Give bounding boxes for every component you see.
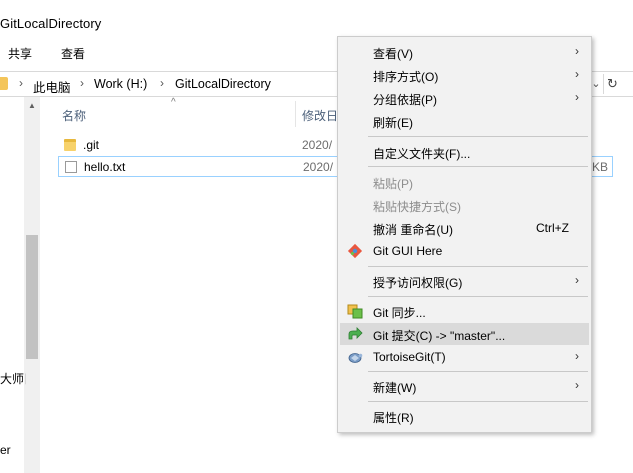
menu-item-label: 查看(V) <box>373 47 413 61</box>
text-file-icon <box>65 161 77 173</box>
menu-item-git-sync[interactable]: Git 同步... <box>340 300 589 322</box>
scroll-up-icon[interactable]: ▲ <box>27 101 37 111</box>
menu-item-label: 授予访问权限(G) <box>373 276 463 290</box>
file-date: 2020/ <box>303 160 334 174</box>
breadcrumb-current-folder[interactable]: GitLocalDirectory <box>175 77 271 91</box>
git-gui-icon <box>347 243 363 259</box>
folder-icon <box>64 139 76 151</box>
nav-scrollbar-thumb[interactable] <box>26 235 38 359</box>
navigation-pane: ▲ 大师目 er <box>0 97 40 473</box>
nav-item-label[interactable]: er <box>0 443 26 457</box>
folder-icon <box>0 77 8 90</box>
menu-item-label: 撤消 重命名(U) <box>373 223 453 237</box>
refresh-icon[interactable]: ↻ <box>603 74 621 94</box>
breadcrumb-work-drive[interactable]: Work (H:) <box>94 77 147 91</box>
menu-item-git-commit[interactable]: Git 提交(C) -> "master"... <box>340 323 589 345</box>
menu-item-label: Git 提交(C) -> "master"... <box>373 329 506 343</box>
tortoisegit-icon <box>347 349 363 365</box>
submenu-arrow-icon: › <box>575 90 579 104</box>
tab-view[interactable]: 查看 <box>61 45 85 62</box>
nav-item-label[interactable]: 大师目 <box>0 370 26 387</box>
column-divider[interactable] <box>295 101 296 127</box>
breadcrumb-separator[interactable]: › <box>80 76 84 90</box>
explorer-window: GitLocalDirectory 共享 查看 › 此电脑 › Work (H:… <box>0 0 633 473</box>
context-menu: 查看(V) › 排序方式(O) › 分组依据(P) › 刷新(E) 自定义文件夹… <box>337 36 592 433</box>
file-date: 2020/ <box>302 138 333 152</box>
submenu-arrow-icon: › <box>575 273 579 287</box>
menu-separator <box>368 371 588 372</box>
column-header-name[interactable]: 名称 <box>62 107 86 124</box>
title-bar: GitLocalDirectory <box>0 0 633 40</box>
menu-separator <box>368 136 588 137</box>
menu-item-paste[interactable]: 粘贴(P) <box>340 171 589 193</box>
breadcrumb-separator[interactable]: › <box>160 76 164 90</box>
menu-item-view[interactable]: 查看(V) › <box>340 41 589 63</box>
menu-item-label: 粘贴快捷方式(S) <box>373 200 461 214</box>
menu-item-label: 属性(R) <box>373 411 414 425</box>
sort-caret-icon: ^ <box>171 97 176 108</box>
menu-separator <box>368 166 588 167</box>
submenu-arrow-icon: › <box>575 67 579 81</box>
git-sync-icon <box>347 303 363 319</box>
menu-item-sort[interactable]: 排序方式(O) › <box>340 64 589 86</box>
menu-item-paste-shortcut[interactable]: 粘贴快捷方式(S) <box>340 194 589 216</box>
menu-item-tortoisegit[interactable]: TortoiseGit(T) › <box>340 346 589 368</box>
menu-item-label: 排序方式(O) <box>373 70 439 84</box>
submenu-arrow-icon: › <box>575 44 579 58</box>
submenu-arrow-icon: › <box>575 349 579 363</box>
file-size: KB <box>591 160 608 174</box>
git-commit-icon <box>347 326 363 342</box>
menu-item-git-gui[interactable]: Git GUI Here <box>340 240 589 262</box>
menu-item-label: 自定义文件夹(F)... <box>373 147 471 161</box>
menu-separator <box>368 266 588 267</box>
menu-item-group[interactable]: 分组依据(P) › <box>340 87 589 109</box>
menu-item-new[interactable]: 新建(W) › <box>340 375 589 397</box>
menu-item-label: Git GUI Here <box>373 244 443 258</box>
menu-item-give-access[interactable]: 授予访问权限(G) › <box>340 270 589 292</box>
window-title: GitLocalDirectory <box>0 16 102 31</box>
menu-item-label: 刷新(E) <box>373 116 413 130</box>
breadcrumb-separator[interactable]: › <box>19 76 23 90</box>
menu-item-shortcut: Ctrl+Z <box>536 221 569 235</box>
menu-item-refresh[interactable]: 刷新(E) <box>340 110 589 132</box>
menu-item-label: 粘贴(P) <box>373 177 413 191</box>
menu-item-customize-folder[interactable]: 自定义文件夹(F)... <box>340 141 589 163</box>
file-name: .git <box>83 138 100 152</box>
menu-item-properties[interactable]: 属性(R) <box>340 405 589 427</box>
menu-item-undo-rename[interactable]: 撤消 重命名(U) Ctrl+Z <box>340 217 589 239</box>
tab-share[interactable]: 共享 <box>8 45 32 62</box>
menu-separator <box>368 296 588 297</box>
breadcrumb-this-pc[interactable]: 此电脑 <box>33 77 71 96</box>
submenu-arrow-icon: › <box>575 378 579 392</box>
menu-item-label: Git 同步... <box>373 306 426 320</box>
column-header-modified[interactable]: 修改日 <box>302 107 338 124</box>
menu-item-label: TortoiseGit(T) <box>373 350 446 364</box>
menu-item-label: 新建(W) <box>373 381 417 395</box>
file-name: hello.txt <box>84 160 126 174</box>
menu-item-label: 分组依据(P) <box>373 93 437 107</box>
menu-separator <box>368 401 588 402</box>
